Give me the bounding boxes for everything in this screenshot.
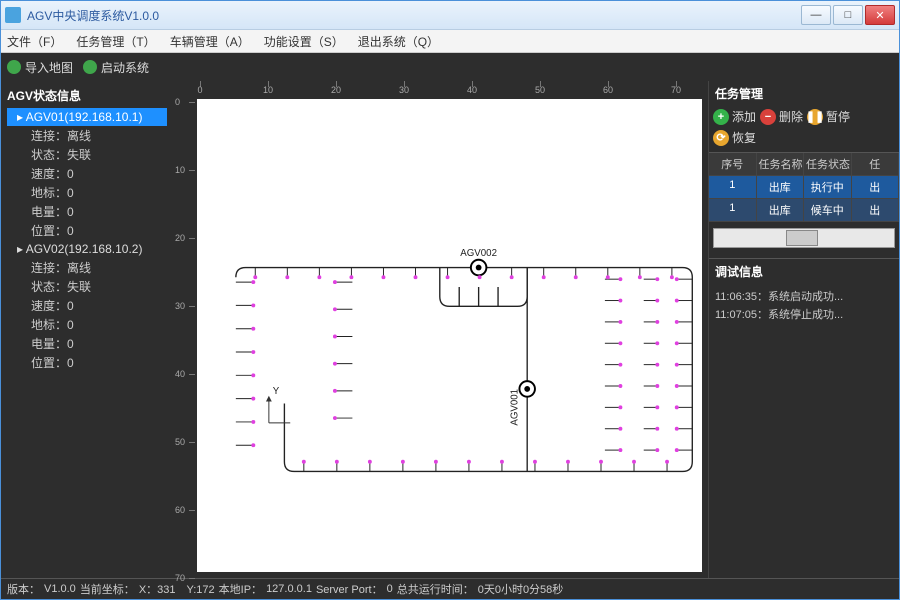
status-coord-label: 当前坐标： — [80, 581, 135, 597]
pause-icon: ❚❚ — [807, 109, 823, 125]
task-resume-label: 恢复 — [732, 129, 756, 146]
statusbar: 版本： V1.0.0 当前坐标：X：331 Y:172 本地IP： 127.0.0.… — [1, 578, 899, 599]
agv-property: 电量：0 — [7, 202, 167, 221]
task-cell: 1 — [709, 199, 757, 221]
task-cell: 出 — [852, 199, 900, 221]
scrollbar-thumb[interactable] — [786, 230, 818, 246]
ruler-vertical: 010203040506070 — [173, 97, 195, 578]
task-add-label: 添加 — [732, 108, 756, 125]
task-row[interactable]: 1出库执行中出 — [709, 176, 899, 199]
maximize-button[interactable]: □ — [833, 5, 863, 25]
window-title: AGV中央调度系统V1.0.0 — [27, 7, 799, 24]
horizontal-scrollbar[interactable] — [713, 228, 895, 248]
agv-status-panel: AGV状态信息 ▸ AGV01(192.168.10.1)连接：离线状态：失联速… — [1, 81, 173, 578]
power-icon — [83, 60, 97, 74]
agv-property: 电量：0 — [7, 334, 167, 353]
status-coord: X：331 Y:172 — [139, 581, 215, 597]
import-map-label: 导入地图 — [25, 59, 73, 76]
menubar: 文件（F） 任务管理（T） 车辆管理（A） 功能设置（S） 退出系统（Q） — [1, 30, 899, 53]
log-line: 11:06:35：系统启动成功... — [715, 288, 893, 304]
task-panel-title: 任务管理 — [709, 81, 899, 106]
plus-icon: + — [713, 109, 729, 125]
agv-property: 速度：0 — [7, 296, 167, 315]
resume-icon: ⟳ — [713, 130, 729, 146]
task-resume-button[interactable]: ⟳恢复 — [713, 129, 756, 146]
agv-property: 地标：0 — [7, 183, 167, 202]
task-col-header[interactable]: 序号 — [709, 153, 757, 175]
menu-task[interactable]: 任务管理（T） — [76, 33, 155, 50]
task-pause-label: 暂停 — [826, 108, 850, 125]
agv2-label: AGV002 — [460, 248, 497, 259]
task-cell: 出 — [852, 176, 900, 198]
status-ip-label: 本地IP： — [219, 581, 262, 597]
agv-property: 连接：离线 — [7, 126, 167, 145]
map-svg: AGV002 AGV001 Y — [197, 99, 702, 572]
task-cell: 出库 — [757, 199, 805, 221]
task-delete-label: 删除 — [779, 108, 803, 125]
agv-tree-node[interactable]: ▸ AGV01(192.168.10.1) — [7, 108, 167, 126]
content-area: AGV状态信息 ▸ AGV01(192.168.10.1)连接：离线状态：失联速… — [1, 81, 899, 578]
map-viewport[interactable]: 010203040506070 010203040506070 — [173, 81, 708, 578]
ruler-horizontal: 010203040506070 — [195, 81, 708, 97]
task-table: 序号任务名称任务状态任 1出库执行中出1出库候车中出 — [709, 152, 899, 222]
task-table-body: 1出库执行中出1出库候车中出 — [709, 176, 899, 222]
agv-property: 速度：0 — [7, 164, 167, 183]
agv1-label: AGV001 — [509, 389, 520, 426]
status-version-label: 版本： — [7, 581, 40, 597]
status-uptime-label: 总共运行时间： — [397, 581, 474, 597]
start-system-button[interactable]: 启动系统 — [83, 59, 149, 76]
import-map-button[interactable]: 导入地图 — [7, 59, 73, 76]
close-button[interactable]: ✕ — [865, 5, 895, 25]
task-col-header[interactable]: 任务名称 — [757, 153, 805, 175]
task-cell: 执行中 — [804, 176, 852, 198]
minus-icon: − — [760, 109, 776, 125]
task-add-button[interactable]: +添加 — [713, 108, 756, 125]
status-uptime: 0天0小时0分58秒 — [478, 581, 564, 597]
task-pause-button[interactable]: ❚❚暂停 — [807, 108, 850, 125]
agv-tree-node[interactable]: ▸ AGV02(192.168.10.2) — [7, 240, 167, 258]
agv-property: 状态：失联 — [7, 145, 167, 164]
status-port-label: Server Port： — [316, 581, 383, 597]
task-cell: 出库 — [757, 176, 805, 198]
task-col-header[interactable]: 任 — [852, 153, 900, 175]
agv-property: 地标：0 — [7, 315, 167, 334]
agv-status-title: AGV状态信息 — [7, 87, 167, 104]
agv-tree[interactable]: ▸ AGV01(192.168.10.1)连接：离线状态：失联速度：0地标：0电… — [7, 108, 167, 372]
download-icon — [7, 60, 21, 74]
menu-exit[interactable]: 退出系统（Q） — [358, 33, 439, 50]
minimize-button[interactable]: — — [801, 5, 831, 25]
app-icon — [5, 7, 21, 23]
log-line: 11:07:05：系统停止成功... — [715, 306, 893, 322]
right-panel: 任务管理 +添加 −删除 ❚❚暂停 ⟳恢复 序号任务名称任务状态任 1出库执行中… — [708, 81, 899, 578]
status-ip: 127.0.0.1 — [266, 583, 312, 595]
agv-property: 连接：离线 — [7, 258, 167, 277]
map-canvas[interactable]: AGV002 AGV001 Y — [197, 99, 702, 572]
task-table-header: 序号任务名称任务状态任 — [709, 153, 899, 176]
task-cell: 1 — [709, 176, 757, 198]
menu-settings[interactable]: 功能设置（S） — [264, 33, 344, 50]
app-window: AGV中央调度系统V1.0.0 — □ ✕ 文件（F） 任务管理（T） 车辆管理… — [0, 0, 900, 600]
agv-property: 位置：0 — [7, 221, 167, 240]
titlebar[interactable]: AGV中央调度系统V1.0.0 — □ ✕ — [1, 1, 899, 30]
status-port: 0 — [387, 583, 393, 595]
task-row[interactable]: 1出库候车中出 — [709, 199, 899, 222]
task-col-header[interactable]: 任务状态 — [804, 153, 852, 175]
menu-vehicle[interactable]: 车辆管理（A） — [170, 33, 250, 50]
start-system-label: 启动系统 — [101, 59, 149, 76]
menu-file[interactable]: 文件（F） — [7, 33, 62, 50]
axis-y-label: Y — [273, 386, 280, 397]
status-version: V1.0.0 — [44, 583, 76, 595]
agv-property: 状态：失联 — [7, 277, 167, 296]
task-cell: 候车中 — [804, 199, 852, 221]
agv-property: 位置：0 — [7, 353, 167, 372]
debug-log: 11:06:35：系统启动成功... 11:07:05：系统停止成功... — [709, 284, 899, 326]
task-delete-button[interactable]: −删除 — [760, 108, 803, 125]
debug-panel-title: 调试信息 — [709, 258, 899, 284]
toolbar: 导入地图 启动系统 — [1, 53, 899, 81]
